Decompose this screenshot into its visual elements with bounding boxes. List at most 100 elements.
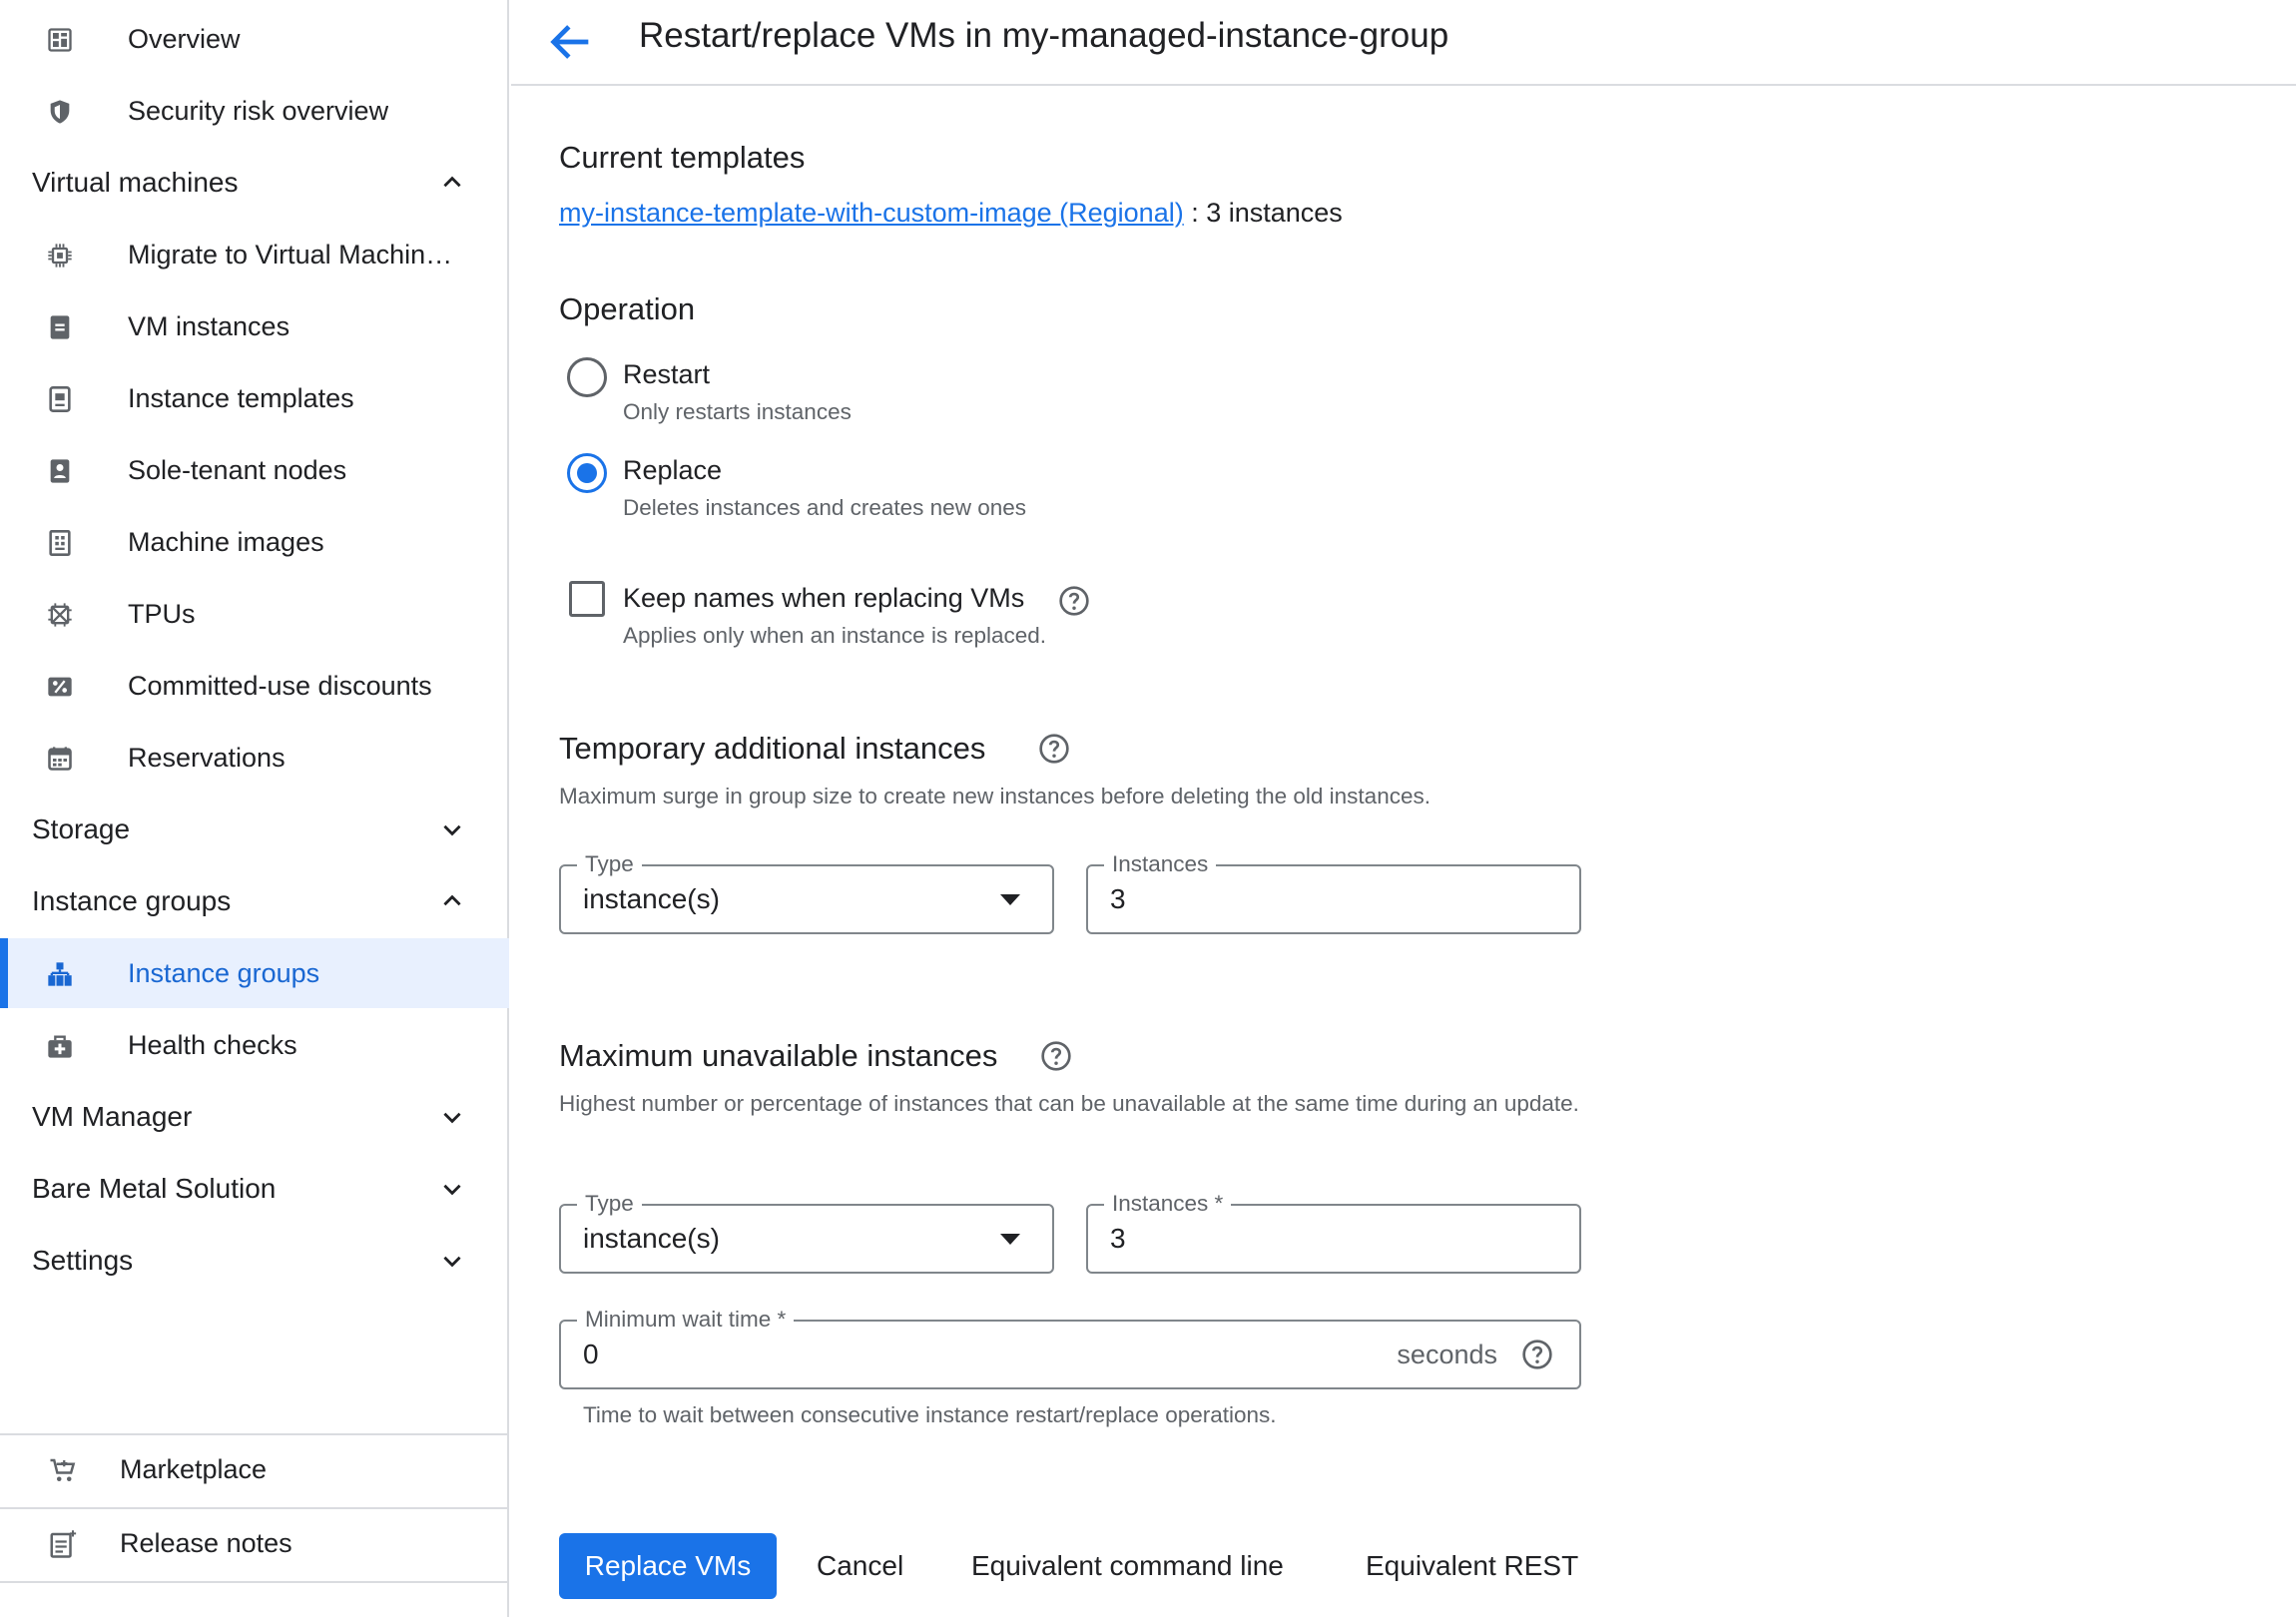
unavailable-description: Highest number or percentage of instance… <box>559 1091 1579 1116</box>
sidebar-item-label: Health checks <box>128 1030 297 1060</box>
sidebar-item-health-checks[interactable]: Health checks <box>0 1010 509 1080</box>
sidebar-item-security-risk[interactable]: Security risk overview <box>0 76 509 146</box>
seconds-suffix: seconds <box>1397 1340 1497 1369</box>
dropdown-arrow-icon <box>1000 1234 1020 1245</box>
help-icon[interactable] <box>1038 733 1070 765</box>
sidebar-item-machine-images[interactable]: Machine images <box>0 507 509 577</box>
section-settings[interactable]: Settings <box>0 1226 509 1296</box>
instance-template-icon <box>49 386 71 412</box>
surge-instances-input[interactable]: Instances 3 <box>1086 850 1581 934</box>
migrate-chip-icon <box>48 244 72 268</box>
section-bare-metal[interactable]: Bare Metal Solution <box>0 1154 509 1224</box>
sidebar-item-release-notes[interactable]: Release notes <box>0 1507 509 1579</box>
restart-label: Restart <box>623 359 711 389</box>
sidebar-item-sole-tenant[interactable]: Sole-tenant nodes <box>0 435 509 505</box>
wait-time-help: Time to wait between consecutive instanc… <box>583 1402 1277 1427</box>
operation-heading: Operation <box>559 291 696 326</box>
chevron-down-icon <box>443 1256 461 1268</box>
tpu-icon <box>48 603 72 627</box>
restart-description: Only restarts instances <box>623 399 852 424</box>
unavailable-type-select[interactable]: Type instance(s) <box>559 1190 1054 1274</box>
help-icon[interactable] <box>1521 1339 1553 1370</box>
sidebar-item-migrate[interactable]: Migrate to Virtual Machin… <box>0 220 509 289</box>
section-label: Settings <box>32 1245 134 1276</box>
sidebar-item-label: Migrate to Virtual Machin… <box>128 240 453 270</box>
equivalent-rest-button[interactable]: Equivalent REST <box>1366 1533 1578 1599</box>
restart-radio[interactable] <box>567 357 607 397</box>
replace-vms-button[interactable]: Replace VMs <box>559 1533 777 1599</box>
machine-image-icon <box>49 530 71 556</box>
help-icon[interactable] <box>1058 585 1090 617</box>
cart-icon <box>50 1458 76 1481</box>
field-label: Minimum wait time * <box>577 1306 795 1334</box>
sidebar-item-tpus[interactable]: TPUs <box>0 579 509 649</box>
section-storage[interactable]: Storage <box>0 795 509 864</box>
minimum-wait-time-input[interactable]: Minimum wait time * 0 seconds <box>559 1306 1581 1389</box>
sidebar-item-marketplace[interactable]: Marketplace <box>0 1433 509 1505</box>
section-label: Bare Metal Solution <box>32 1173 277 1204</box>
sidebar-item-reservations[interactable]: Reservations <box>0 723 509 793</box>
chevron-down-icon <box>443 824 461 836</box>
cancel-button[interactable]: Cancel <box>817 1533 903 1599</box>
field-value: 0 <box>583 1339 599 1369</box>
chevron-down-icon <box>443 1184 461 1196</box>
sidebar-item-label: TPUs <box>128 599 196 629</box>
current-templates-heading: Current templates <box>559 140 806 175</box>
chevron-up-icon <box>443 176 461 188</box>
vm-instance-icon <box>50 315 70 339</box>
sidebar-item-label: VM instances <box>128 311 290 341</box>
percent-icon <box>48 677 72 697</box>
field-value: instance(s) <box>583 883 720 914</box>
page-title: Restart/replace VMs in my-managed-instan… <box>639 16 1449 55</box>
section-label: VM Manager <box>32 1101 193 1132</box>
sidebar-divider <box>0 1581 509 1583</box>
surge-heading: Temporary additional instances <box>559 731 986 766</box>
calendar-icon <box>48 747 72 771</box>
template-instance-count: : 3 instances <box>1183 198 1343 228</box>
unavailable-heading: Maximum unavailable instances <box>559 1038 998 1073</box>
section-label: Instance groups <box>32 885 232 916</box>
shield-icon <box>50 100 70 124</box>
sidebar-item-label: Instance templates <box>128 383 354 413</box>
sidebar-item-overview[interactable]: Overview <box>0 4 509 74</box>
template-link[interactable]: my-instance-template-with-custom-image (… <box>559 198 1184 228</box>
sidebar-item-instance-groups[interactable]: Instance groups <box>0 938 509 1008</box>
medkit-icon <box>48 1035 72 1058</box>
replace-description: Deletes instances and creates new ones <box>623 495 1026 520</box>
field-value: 3 <box>1110 1223 1126 1254</box>
help-icon[interactable] <box>1040 1040 1072 1072</box>
replace-label: Replace <box>623 455 723 485</box>
sidebar-item-label: Marketplace <box>120 1454 268 1484</box>
main-content: Current templates my-instance-template-w… <box>511 88 2296 1617</box>
instance-groups-icon <box>48 962 72 986</box>
page-header: Restart/replace VMs in my-managed-instan… <box>511 0 2296 86</box>
sidebar-item-label: Release notes <box>120 1528 292 1558</box>
back-arrow-icon[interactable] <box>545 16 597 68</box>
sidebar-item-label: Committed-use discounts <box>128 671 432 701</box>
release-notes-icon <box>50 1530 77 1558</box>
unavailable-instances-input[interactable]: Instances * 3 <box>1086 1190 1581 1274</box>
sole-tenant-icon <box>50 459 70 483</box>
surge-type-select[interactable]: Type instance(s) <box>559 850 1054 934</box>
sidebar: Overview Security risk overview Virtual … <box>0 0 509 1617</box>
section-virtual-machines[interactable]: Virtual machines <box>0 148 509 218</box>
sidebar-item-label: Overview <box>128 24 241 54</box>
section-label: Storage <box>32 813 131 844</box>
chevron-down-icon <box>443 1112 461 1124</box>
sidebar-item-vm-instances[interactable]: VM instances <box>0 291 509 361</box>
keep-names-checkbox[interactable] <box>569 581 605 617</box>
section-instance-groups[interactable]: Instance groups <box>0 866 509 936</box>
field-value: 3 <box>1110 883 1126 914</box>
sidebar-item-committed-use[interactable]: Committed-use discounts <box>0 651 509 721</box>
equivalent-command-line-button[interactable]: Equivalent command line <box>971 1533 1284 1599</box>
sidebar-item-instance-templates[interactable]: Instance templates <box>0 363 509 433</box>
sidebar-item-label: Instance groups <box>128 958 320 988</box>
sidebar-item-label: Security risk overview <box>128 96 389 126</box>
dashboard-icon <box>48 28 72 52</box>
section-vm-manager[interactable]: VM Manager <box>0 1082 509 1152</box>
replace-radio[interactable] <box>567 453 607 493</box>
sidebar-item-label: Reservations <box>128 743 286 773</box>
sidebar-item-label: Machine images <box>128 527 324 557</box>
dropdown-arrow-icon <box>1000 894 1020 905</box>
surge-description: Maximum surge in group size to create ne… <box>559 784 1431 808</box>
